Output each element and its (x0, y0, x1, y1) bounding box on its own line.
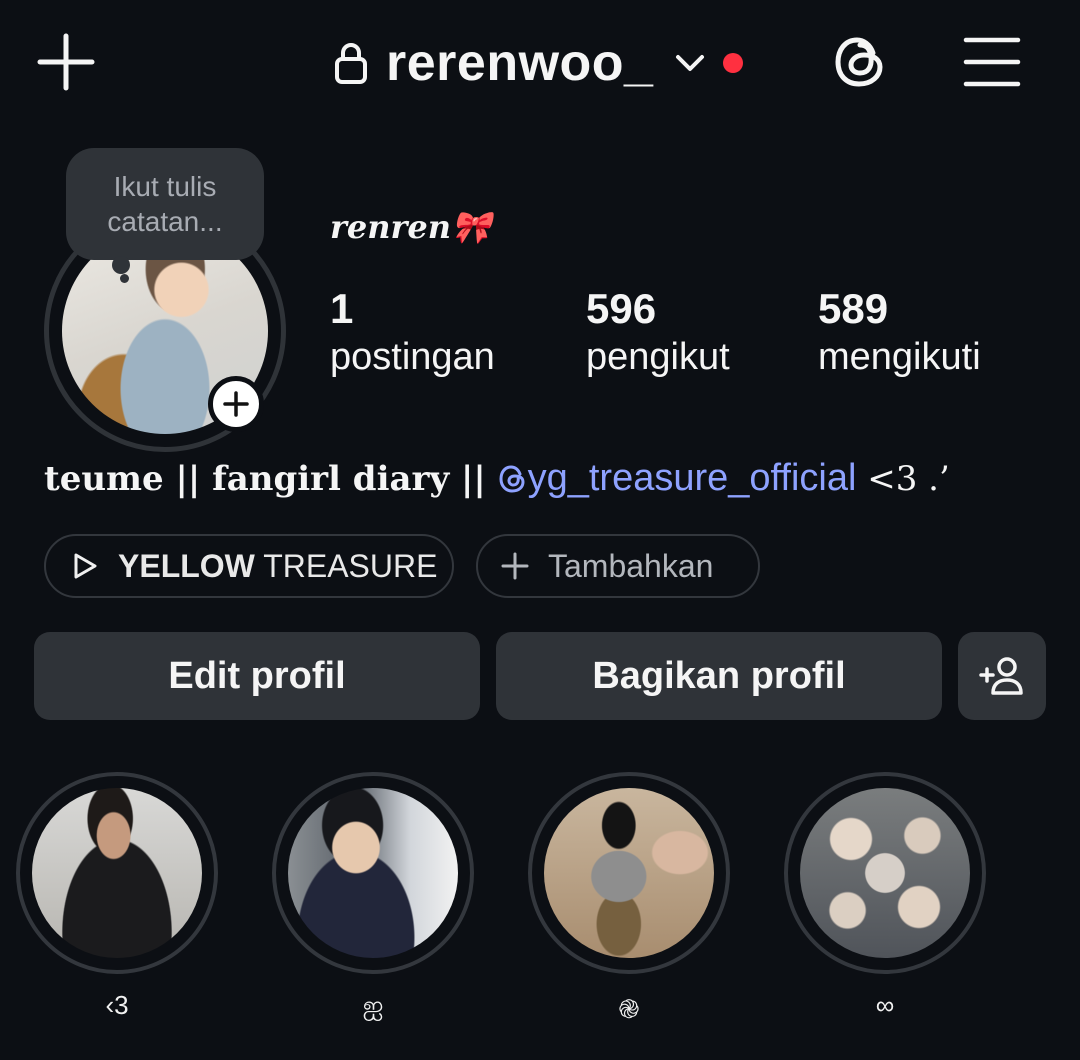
stat-following-value: 589 (818, 285, 889, 332)
chevron-down-icon (676, 55, 705, 71)
plus-icon (223, 391, 249, 417)
highlight-cover (800, 788, 970, 958)
highlight-label: ‹3 (105, 990, 129, 1020)
stat-posts-value: 1 (330, 285, 354, 332)
hamburger-icon[interactable] (962, 34, 1022, 90)
play-icon (74, 553, 97, 579)
note-bubble-tail (112, 256, 130, 274)
share-profile-button[interactable]: Bagikan profil (496, 632, 942, 720)
note-bubble-tail-small (120, 274, 129, 283)
lock-icon (335, 43, 367, 84)
music-chip-title: TREASURE (254, 547, 438, 584)
stat-followers-label: pengikut (586, 336, 730, 378)
note-line-1: Ikut tulis (113, 171, 217, 202)
add-chip-label: Tambahkan (548, 547, 714, 584)
add-person-button[interactable] (958, 632, 1046, 720)
music-chip[interactable]: YELLOW TREASURE (44, 534, 454, 598)
highlight-label: ∞ (875, 990, 895, 1020)
highlight-label: ֎ (618, 994, 640, 1024)
bio-tail: <3 .’ (856, 459, 950, 499)
add-chip[interactable]: Tambahkan (476, 534, 760, 598)
bio-mention[interactable]: yg_treasure_official (498, 457, 857, 499)
stat-posts[interactable]: 1 postingan (330, 286, 495, 382)
stat-posts-label: postingan (330, 336, 495, 378)
edit-profile-button[interactable]: Edit profil (34, 632, 480, 720)
music-chip-artist: YELLOW (118, 547, 255, 584)
stat-following[interactable]: 589 mengikuti (818, 286, 981, 382)
stat-followers[interactable]: 596 pengikut (586, 286, 730, 382)
threads-icon[interactable] (830, 32, 890, 92)
notification-dot (723, 53, 744, 73)
bio-mention-text: yg_treasure_official (527, 457, 857, 499)
note-bubble[interactable]: Ikut tulis catatan... (66, 148, 264, 260)
note-line-2: catatan... (107, 206, 223, 237)
stat-following-label: mengikuti (818, 336, 981, 378)
account-switcher[interactable]: rerenwoo_ (334, 28, 744, 98)
add-person-icon (979, 657, 1023, 695)
display-name: renren🎀 (330, 208, 491, 246)
profile-screen: rerenwoo_ Ikut tulis catatan... renren🎀 … (0, 0, 1080, 1060)
bio: teume || fangirl diary || yg_treasure_of… (44, 454, 950, 503)
bio-text: teume || fangirl diary || (44, 459, 498, 499)
stat-followers-value: 596 (586, 285, 657, 332)
plus-icon[interactable] (36, 32, 96, 92)
highlight-cover (544, 788, 714, 958)
plus-icon (501, 552, 529, 580)
add-story-button[interactable] (208, 376, 264, 432)
threads-icon (499, 465, 525, 493)
username: rerenwoo_ (386, 34, 654, 92)
highlight-label: ஐ (362, 990, 384, 1020)
highlight-cover (288, 788, 458, 958)
highlight-cover (32, 788, 202, 958)
